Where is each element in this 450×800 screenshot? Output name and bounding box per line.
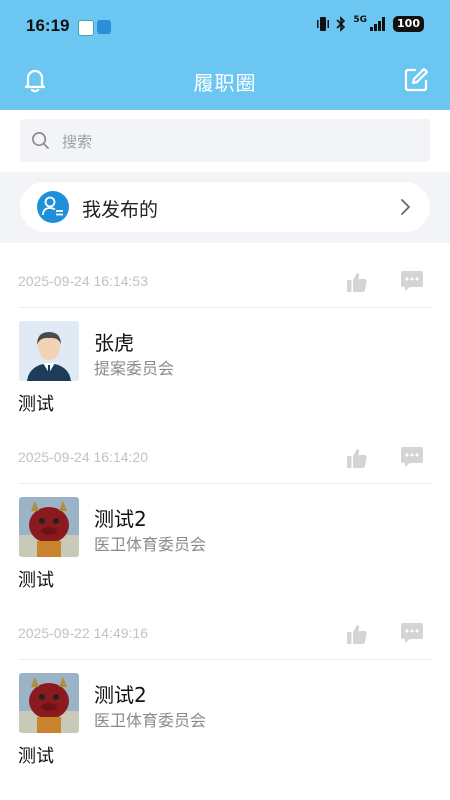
avatar[interactable] <box>19 321 79 381</box>
post-item[interactable]: 2025-09-24 16:14:53 张虎 提案委员会 测试 <box>0 243 450 419</box>
post-feed: 2025-09-24 16:14:53 张虎 提案委员会 测试 2025-09-… <box>0 243 450 771</box>
search-input[interactable] <box>60 119 424 164</box>
author-name: 测试2 <box>94 683 147 707</box>
comment-icon[interactable] <box>400 445 424 469</box>
user-list-icon <box>37 191 69 223</box>
author-name: 张虎 <box>94 331 134 355</box>
author-org: 医卫体育委员会 <box>94 535 207 554</box>
bluetooth-icon <box>336 16 346 32</box>
comment-icon[interactable] <box>400 269 424 293</box>
page-title: 履职圈 <box>193 71 257 95</box>
post-meta: 2025-09-24 16:14:20 <box>18 419 432 484</box>
like-icon[interactable] <box>346 447 368 469</box>
my-posts-section: 我发布的 <box>0 172 450 243</box>
nav-bar: 履职圈 <box>0 52 450 110</box>
like-icon[interactable] <box>346 623 368 645</box>
like-icon[interactable] <box>346 271 368 293</box>
post-content: 测试 <box>18 394 54 415</box>
app-notification-icon <box>97 20 111 34</box>
avatar[interactable] <box>19 497 79 557</box>
my-posts-label: 我发布的 <box>82 199 159 221</box>
vibrate-icon <box>317 17 330 31</box>
dragon-avatar-icon <box>19 497 79 557</box>
author-org: 提案委员会 <box>94 359 175 378</box>
author-name: 测试2 <box>94 507 147 531</box>
my-posts-button[interactable]: 我发布的 <box>20 182 430 232</box>
post-meta: 2025-09-24 16:14:53 <box>18 243 432 308</box>
post-time: 2025-09-22 14:49:16 <box>18 625 148 641</box>
post-author: 测试2 医卫体育委员会 <box>18 660 432 736</box>
network-type: 5G <box>353 15 368 25</box>
search-box[interactable] <box>20 119 430 164</box>
status-time: 16:19 <box>26 16 70 35</box>
dragon-avatar-icon <box>19 673 79 733</box>
post-content: 测试 <box>18 746 54 767</box>
post-time: 2025-09-24 16:14:53 <box>18 273 148 289</box>
post-time: 2025-09-24 16:14:20 <box>18 449 148 465</box>
signal-icon <box>370 17 386 31</box>
post-content: 测试 <box>18 570 54 591</box>
post-item[interactable]: 2025-09-22 14:49:16 测试2 医卫体育委员会 测试 <box>0 595 450 771</box>
status-right: 5G 100 <box>317 15 424 32</box>
edit-icon[interactable] <box>402 66 430 94</box>
post-item[interactable]: 2025-09-24 16:14:20 测试2 医卫体育委员会 测试 <box>0 419 450 595</box>
post-meta: 2025-09-22 14:49:16 <box>18 595 432 660</box>
eye-app-icon <box>78 20 94 36</box>
comment-icon[interactable] <box>400 621 424 645</box>
status-bar: 16:19 5G 100 <box>0 0 450 52</box>
person-avatar-icon <box>19 321 79 381</box>
chevron-right-icon <box>401 199 410 215</box>
post-author: 测试2 医卫体育委员会 <box>18 484 432 560</box>
author-org: 医卫体育委员会 <box>94 711 207 730</box>
search-bar <box>0 110 450 172</box>
post-author: 张虎 提案委员会 <box>18 308 432 384</box>
app-header: 16:19 5G 100 履职圈 <box>0 0 450 110</box>
battery-indicator: 100 <box>393 16 424 32</box>
search-icon <box>32 132 49 149</box>
avatar[interactable] <box>19 673 79 733</box>
